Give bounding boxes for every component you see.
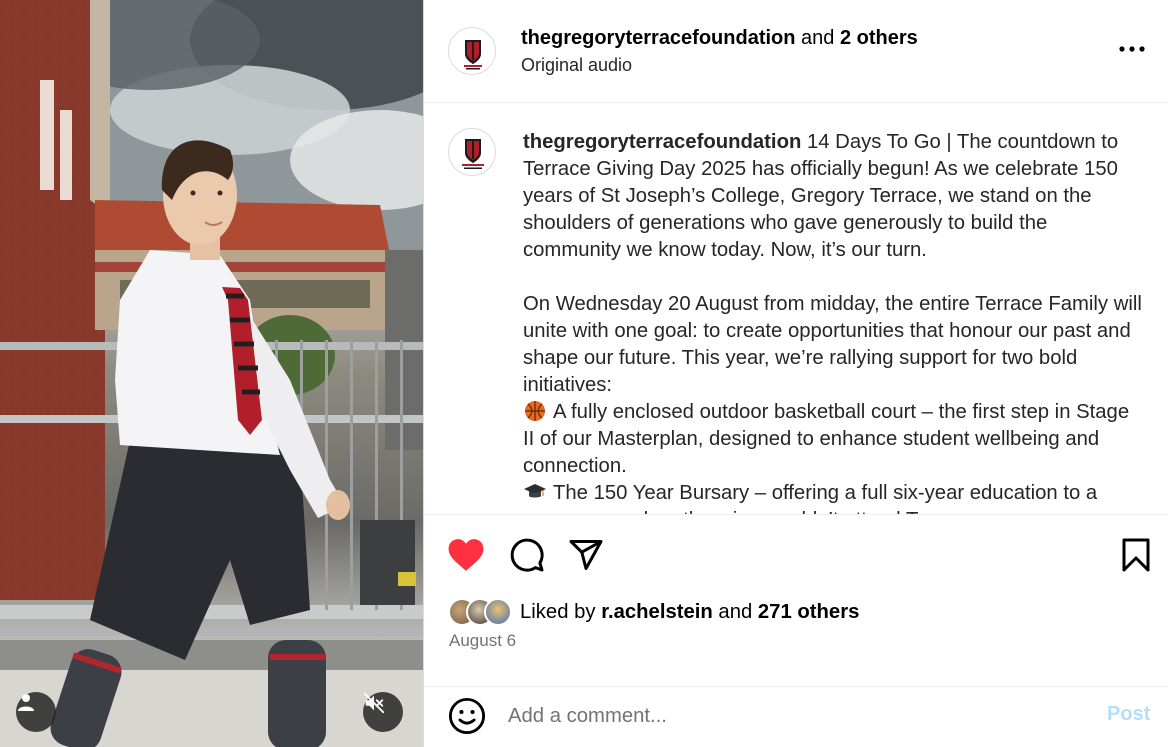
like-button[interactable] xyxy=(446,535,486,575)
author-username[interactable]: thegregoryterracefoundation xyxy=(521,27,795,49)
caption-bullet-1: A fully enclosed outdoor basketball cour… xyxy=(523,401,1130,477)
tagged-people-button[interactable] xyxy=(16,692,56,732)
share-icon xyxy=(569,540,603,570)
foundation-logo xyxy=(462,139,484,169)
basketball-emoji xyxy=(525,401,545,421)
likes-text: Liked by r.achelstein and 271 others xyxy=(520,601,859,624)
more-horizontal-icon xyxy=(1119,46,1145,52)
caption-paragraph-2: On Wednesday 20 August from midday, the … xyxy=(523,293,1142,396)
caption-author-avatar[interactable] xyxy=(448,128,496,176)
post-details-panel: thegregoryterracefoundation and 2 others… xyxy=(423,0,1168,747)
heart-filled-icon xyxy=(448,539,484,571)
smiley-icon xyxy=(448,697,486,735)
comment-icon xyxy=(510,538,544,572)
post-actions: Liked by r.achelstein and 271 others Aug… xyxy=(424,514,1168,747)
likes-count-link[interactable]: 271 others xyxy=(758,601,859,623)
bookmark-icon xyxy=(1122,538,1150,572)
post-header: thegregoryterracefoundation and 2 others… xyxy=(424,0,1168,103)
speaker-muted-icon xyxy=(363,692,385,714)
save-button[interactable] xyxy=(1116,535,1156,575)
post-authors: thegregoryterracefoundation and 2 others xyxy=(521,25,918,51)
graduation-cap-emoji xyxy=(524,484,546,498)
post-comment-button[interactable]: Post xyxy=(1107,703,1150,726)
likes-prefix: Liked by xyxy=(520,600,602,623)
post-date[interactable]: August 6 xyxy=(449,631,516,651)
liker-avatar xyxy=(484,598,512,626)
person-icon xyxy=(18,694,34,711)
caption-text: thegregoryterracefoundation 14 Days To G… xyxy=(523,129,1143,514)
author-avatar[interactable] xyxy=(448,27,496,75)
likes-summary: Liked by r.achelstein and 271 others xyxy=(448,597,859,627)
foundation-logo xyxy=(464,40,482,70)
post-video[interactable] xyxy=(0,0,423,747)
audio-link[interactable]: Original audio xyxy=(521,55,632,76)
caption-bullet-2: The 150 Year Bursary – offering a full s… xyxy=(523,482,1098,514)
share-button[interactable] xyxy=(566,535,606,575)
collaborators-link[interactable]: 2 others xyxy=(840,27,918,49)
caption-username[interactable]: thegregoryterracefoundation xyxy=(523,131,801,153)
more-options-button[interactable] xyxy=(1117,36,1147,62)
liker-username[interactable]: r.achelstein xyxy=(601,601,713,623)
emoji-picker-button[interactable] xyxy=(448,697,486,735)
comment-button[interactable] xyxy=(507,535,547,575)
mute-toggle-button[interactable] xyxy=(363,692,403,732)
likes-joiner: and xyxy=(712,600,758,623)
video-frame xyxy=(0,0,423,747)
comment-input[interactable] xyxy=(508,701,1068,731)
caption-scroll-area[interactable]: thegregoryterracefoundation 14 Days To G… xyxy=(424,104,1168,514)
comment-composer: Post xyxy=(424,686,1168,747)
collab-joiner: and xyxy=(795,27,840,49)
